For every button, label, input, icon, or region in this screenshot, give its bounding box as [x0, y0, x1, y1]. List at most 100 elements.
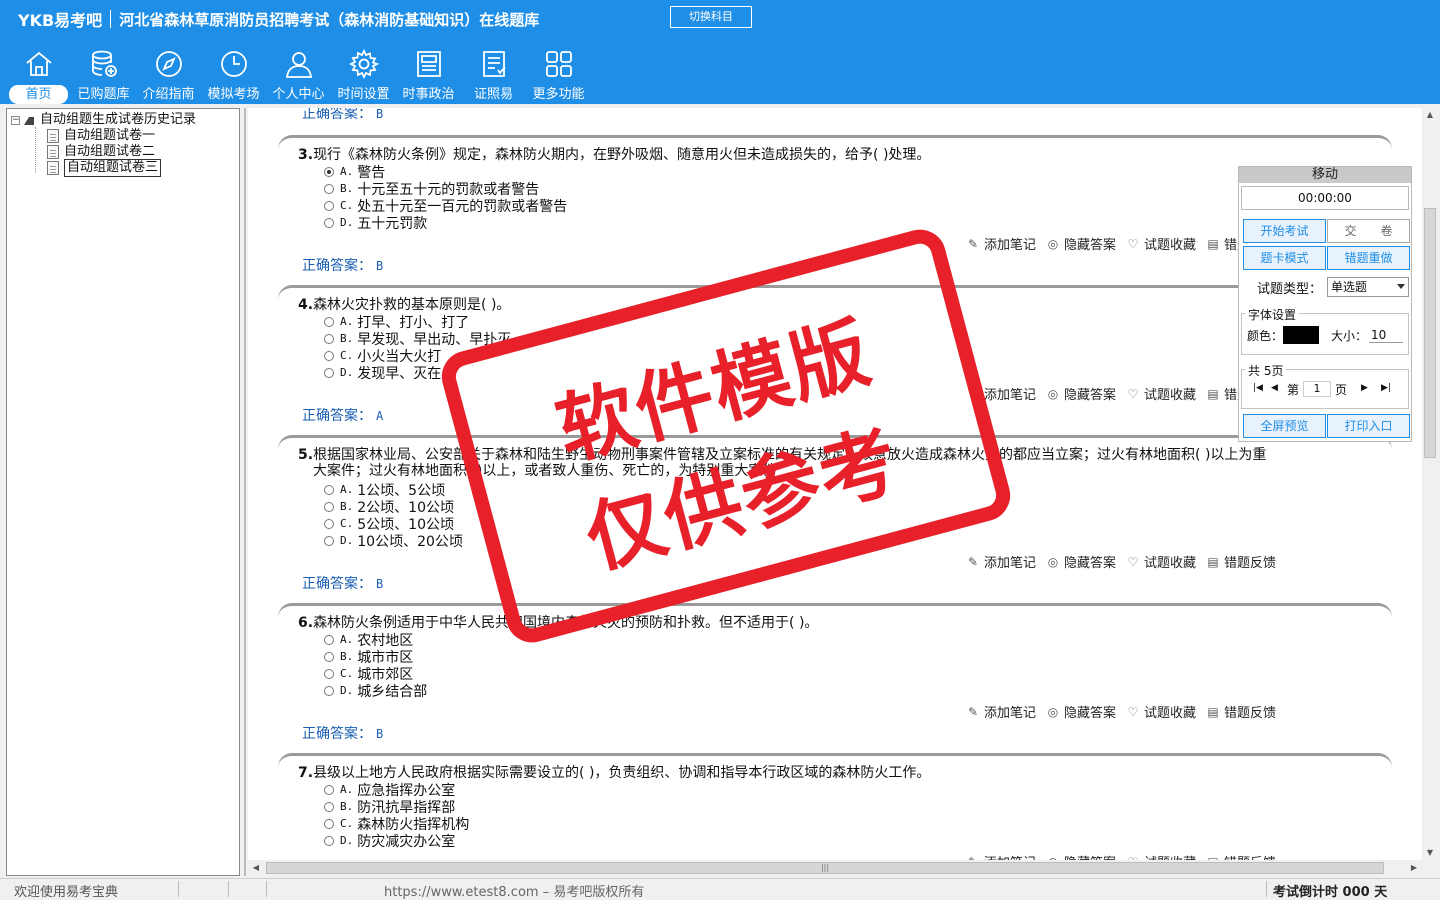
- toolbar-profile[interactable]: 个人中心: [266, 44, 331, 104]
- option-a[interactable]: A. 应急指挥办公室: [324, 781, 455, 799]
- radio-button[interactable]: [324, 784, 334, 795]
- option-a[interactable]: A. 打早、打小、打了: [324, 313, 469, 331]
- add-note-button[interactable]: ✎添加笔记: [966, 552, 1036, 572]
- hide-answer-button[interactable]: ◎隐藏答案: [1046, 702, 1116, 722]
- option-a[interactable]: A. 农村地区: [324, 631, 413, 649]
- option-b[interactable]: B. 城市市区: [324, 648, 413, 666]
- radio-button[interactable]: [324, 535, 334, 546]
- option-d[interactable]: D. 发现早、灭在小: [324, 364, 455, 382]
- radio-button[interactable]: [324, 333, 334, 344]
- option-c[interactable]: C. 城市郊区: [324, 665, 413, 683]
- print-button[interactable]: 打印入口: [1327, 414, 1410, 438]
- collapse-toggle-icon[interactable]: −: [11, 115, 20, 125]
- toolbar-purchased[interactable]: 已购题库: [71, 44, 136, 104]
- option-b[interactable]: B. 2公顷、10公顷: [324, 498, 454, 516]
- tree-root[interactable]: − 自动组题生成试卷历史记录: [11, 112, 196, 128]
- option-a[interactable]: A. 警告: [324, 163, 385, 181]
- report-error-button[interactable]: ▤错题反馈: [1206, 852, 1276, 861]
- toolbar-certificate[interactable]: 证照易: [461, 44, 526, 104]
- hide-answer-button[interactable]: ◎隐藏答案: [1046, 552, 1116, 572]
- prev-page-icon[interactable]: ◀: [1271, 383, 1278, 393]
- radio-button[interactable]: [324, 200, 334, 211]
- radio-button[interactable]: [324, 501, 334, 512]
- radio-button[interactable]: [324, 668, 334, 679]
- question-type-select[interactable]: 单选题: [1327, 277, 1409, 297]
- option-b[interactable]: B. 早发现、早出动、早扑灭: [324, 330, 511, 348]
- add-note-button[interactable]: ✎添加笔记: [966, 384, 1036, 404]
- toolbar-current-affairs[interactable]: 时事政治: [396, 44, 461, 104]
- first-page-icon[interactable]: |◀: [1253, 383, 1263, 393]
- report-error-button[interactable]: ▤错题反馈: [1206, 552, 1276, 572]
- option-c[interactable]: C. 处五十元至一百元的罚款或者警告: [324, 197, 567, 215]
- favorite-button[interactable]: ♡试题收藏: [1126, 384, 1196, 404]
- horizontal-scrollbar[interactable]: ◀ ||| ▶: [248, 860, 1422, 876]
- option-d[interactable]: D. 防灾减灾办公室: [324, 832, 455, 850]
- hide-answer-button[interactable]: ◎隐藏答案: [1046, 234, 1116, 254]
- scroll-up-icon[interactable]: ▲: [1422, 108, 1438, 122]
- option-d[interactable]: D. 五十元罚款: [324, 214, 427, 232]
- radio-button[interactable]: [324, 685, 334, 696]
- font-size-input[interactable]: 10: [1369, 327, 1403, 343]
- font-settings-title: 字体设置: [1245, 306, 1300, 323]
- hide-answer-button[interactable]: ◎隐藏答案: [1046, 852, 1116, 861]
- option-b[interactable]: B. 十元至五十元的罚款或者警告: [324, 180, 539, 198]
- next-page-icon[interactable]: ▶: [1361, 383, 1368, 393]
- radio-button[interactable]: [324, 316, 334, 327]
- option-a[interactable]: A. 1公顷、5公顷: [324, 481, 445, 499]
- radio-button[interactable]: [324, 350, 334, 361]
- font-color-swatch[interactable]: [1283, 326, 1319, 344]
- radio-button[interactable]: [324, 166, 334, 177]
- radio-button[interactable]: [324, 634, 334, 645]
- favorite-button[interactable]: ♡试题收藏: [1126, 702, 1196, 722]
- radio-button[interactable]: [324, 835, 334, 846]
- option-c[interactable]: C. 森林防火指挥机构: [324, 815, 469, 833]
- option-c[interactable]: C. 5公顷、10公顷: [324, 515, 454, 533]
- fullscreen-preview-button[interactable]: 全屏预览: [1243, 414, 1326, 438]
- favorite-button[interactable]: ♡试题收藏: [1126, 234, 1196, 254]
- tree-item[interactable]: 自动组题试卷一: [47, 128, 155, 144]
- last-page-icon[interactable]: ▶|: [1381, 383, 1391, 393]
- toolbar-mock-exam[interactable]: 模拟考场: [201, 44, 266, 104]
- toolbar-time-settings[interactable]: 时间设置: [331, 44, 396, 104]
- panel-drag-handle[interactable]: 移动: [1239, 167, 1411, 183]
- scroll-left-icon[interactable]: ◀: [248, 861, 264, 875]
- brand-logo: YKB易考吧: [18, 11, 103, 30]
- radio-button[interactable]: [324, 801, 334, 812]
- toolbar-home[interactable]: 首页: [6, 44, 71, 104]
- favorite-button[interactable]: ♡试题收藏: [1126, 852, 1196, 861]
- radio-button[interactable]: [324, 518, 334, 529]
- radio-button[interactable]: [324, 183, 334, 194]
- add-note-button[interactable]: ✎添加笔记: [966, 234, 1036, 254]
- toolbar-guide[interactable]: 介绍指南: [136, 44, 201, 104]
- radio-button[interactable]: [324, 651, 334, 662]
- switch-subject-button[interactable]: 切换科目: [670, 6, 752, 28]
- option-d[interactable]: D. 10公顷、20公顷: [324, 532, 463, 550]
- add-note-button[interactable]: ✎添加笔记: [966, 852, 1036, 861]
- start-exam-button[interactable]: 开始考试: [1243, 219, 1326, 243]
- panel-splitter[interactable]: [244, 108, 246, 876]
- option-d[interactable]: D. 城乡结合部: [324, 682, 427, 700]
- favorite-button[interactable]: ♡试题收藏: [1126, 552, 1196, 572]
- option-b[interactable]: B. 防汛抗旱指挥部: [324, 798, 455, 816]
- report-error-button[interactable]: ▤错题反馈: [1206, 702, 1276, 722]
- tree-item[interactable]: 自动组题试卷二: [47, 144, 155, 160]
- redo-mistakes-button[interactable]: 错题重做: [1327, 246, 1410, 270]
- radio-button[interactable]: [324, 367, 334, 378]
- radio-button[interactable]: [324, 484, 334, 495]
- hide-answer-button[interactable]: ◎隐藏答案: [1046, 384, 1116, 404]
- add-note-button[interactable]: ✎添加笔记: [966, 702, 1036, 722]
- vertical-scrollbar[interactable]: ▲ ▼: [1422, 108, 1438, 860]
- option-c[interactable]: C. 小火当大火打: [324, 347, 441, 365]
- scroll-right-icon[interactable]: ▶: [1406, 861, 1422, 875]
- card-mode-button[interactable]: 题卡模式: [1243, 246, 1326, 270]
- document-icon: [47, 161, 59, 175]
- scroll-down-icon[interactable]: ▼: [1422, 846, 1438, 860]
- submit-exam-button[interactable]: 交 卷: [1327, 219, 1410, 243]
- page-number-input[interactable]: 1: [1303, 381, 1331, 397]
- scroll-thumb[interactable]: [1424, 208, 1436, 458]
- toolbar-more[interactable]: 更多功能: [526, 44, 591, 104]
- radio-button[interactable]: [324, 217, 334, 228]
- scroll-thumb[interactable]: |||: [266, 862, 1384, 874]
- radio-button[interactable]: [324, 818, 334, 829]
- tree-item-selected[interactable]: 自动组题试卷三: [47, 159, 162, 177]
